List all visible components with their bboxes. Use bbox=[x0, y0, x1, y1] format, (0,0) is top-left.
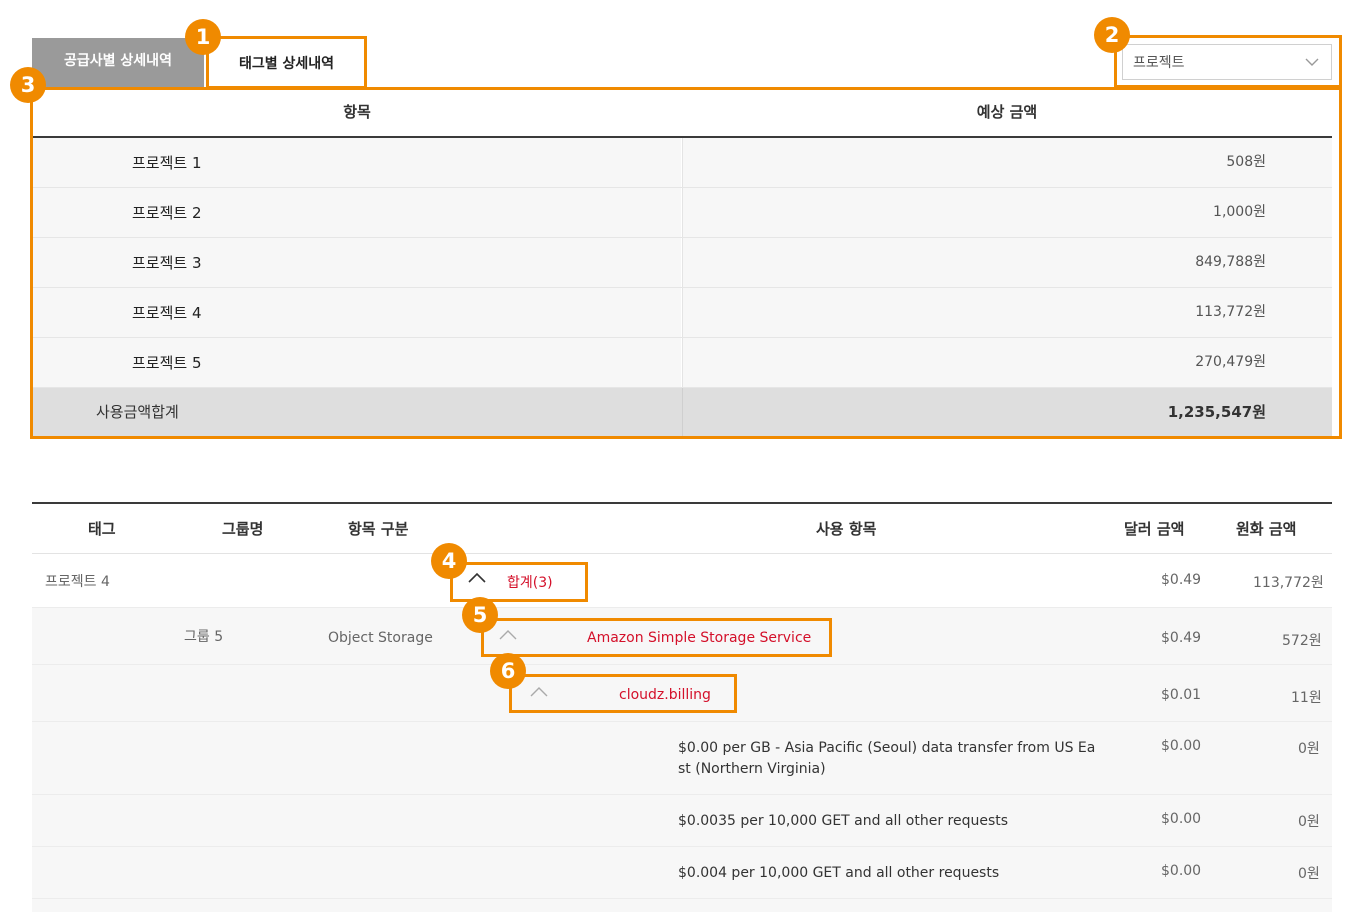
annotation-badge-2: 2 bbox=[1094, 17, 1130, 53]
chevron-up-icon[interactable] bbox=[530, 686, 548, 702]
summary-table-header: 항목 예상 금액 bbox=[32, 90, 1332, 138]
row-krw: 0원 bbox=[1298, 741, 1320, 757]
item-description: $0.0035 per 10,000 GET and all other req… bbox=[678, 813, 1009, 829]
detail-header-group: 그룹명 bbox=[222, 520, 264, 538]
detail-header-tag: 태그 bbox=[88, 520, 116, 538]
detail-header-krw: 원화 금액 bbox=[1236, 520, 1297, 538]
table-row-item: $0.004 per 10,000 GET and all other requ… bbox=[32, 847, 1332, 899]
summary-row: 프로젝트 3 849,788원 bbox=[32, 238, 1332, 288]
summary-row: 프로젝트 1 508원 bbox=[32, 138, 1332, 188]
summary-row-name: 프로젝트 5 bbox=[32, 338, 682, 387]
row-usd: $0.01 bbox=[1161, 687, 1202, 703]
summary-row: 프로젝트 5 270,479원 bbox=[32, 338, 1332, 388]
row-usd: $0.49 bbox=[1161, 630, 1202, 646]
table-row-item bbox=[32, 899, 1332, 912]
row-tag-name: 프로젝트 4 bbox=[45, 574, 110, 590]
item-description-cont: st (Northern Virginia) bbox=[678, 761, 826, 777]
filter-selected-value: 프로젝트 bbox=[1133, 55, 1185, 71]
detail-header-usd: 달러 금액 bbox=[1124, 520, 1185, 538]
tag-total-link[interactable]: 합계(3) bbox=[507, 572, 553, 592]
annotation-badge-3: 3 bbox=[10, 67, 46, 103]
summary-total-row: 사용금액합계 1,235,547원 bbox=[32, 388, 1332, 436]
row-usd: $0.00 bbox=[1161, 738, 1202, 754]
tab-tag-detail[interactable]: 태그별 상세내역 bbox=[206, 36, 367, 88]
chevron-down-icon bbox=[1305, 55, 1319, 73]
summary-row-amount: 508원 bbox=[682, 138, 1332, 187]
table-row-billing: cloudz.billing $0.01 11원 bbox=[32, 665, 1332, 722]
tab-tag-label: 태그별 상세내역 bbox=[238, 56, 335, 72]
row-krw: 11원 bbox=[1291, 690, 1322, 706]
summary-row-name: 프로젝트 1 bbox=[32, 138, 682, 187]
row-usd: $0.00 bbox=[1161, 811, 1202, 827]
service-link[interactable]: Amazon Simple Storage Service bbox=[587, 630, 811, 646]
annotation-badge-1: 1 bbox=[185, 19, 221, 55]
detail-header-category: 항목 구분 bbox=[348, 520, 409, 538]
table-row-item: $0.00 per GB - Asia Pacific (Seoul) data… bbox=[32, 722, 1332, 795]
summary-total-amount: 1,235,547원 bbox=[682, 388, 1332, 436]
summary-row-amount: 849,788원 bbox=[682, 238, 1332, 287]
tab-supplier-detail[interactable]: 공급사별 상세내역 bbox=[32, 38, 204, 88]
summary-row-amount: 113,772원 bbox=[682, 288, 1332, 337]
table-row-item: $0.0035 per 10,000 GET and all other req… bbox=[32, 795, 1332, 847]
summary-row-name: 프로젝트 2 bbox=[32, 188, 682, 237]
tab-supplier-label: 공급사별 상세내역 bbox=[64, 53, 172, 69]
summary-total-label: 사용금액합계 bbox=[96, 403, 179, 421]
summary-row-name: 프로젝트 3 bbox=[32, 238, 682, 287]
annotation-badge-5: 5 bbox=[462, 597, 498, 633]
annotation-badge-6: 6 bbox=[490, 653, 526, 689]
summary-row: 프로젝트 2 1,000원 bbox=[32, 188, 1332, 238]
row-usd: $0.00 bbox=[1161, 863, 1202, 879]
row-krw: 572원 bbox=[1282, 633, 1322, 649]
row-usd: $0.49 bbox=[1161, 572, 1202, 588]
item-description: $0.004 per 10,000 GET and all other requ… bbox=[678, 865, 1000, 881]
row-category: Object Storage bbox=[328, 630, 433, 646]
project-filter-select[interactable]: 프로젝트 bbox=[1122, 44, 1332, 80]
summary-header-item: 항목 bbox=[343, 103, 371, 121]
row-group-name: 그룹 5 bbox=[184, 629, 224, 645]
chevron-up-icon[interactable] bbox=[468, 572, 486, 588]
detail-table-header: 태그 그룹명 항목 구분 사용 항목 달러 금액 원화 금액 bbox=[32, 502, 1332, 554]
summary-row-amount: 1,000원 bbox=[682, 188, 1332, 237]
row-krw: 113,772원 bbox=[1253, 575, 1324, 591]
summary-row-name: 프로젝트 4 bbox=[32, 288, 682, 337]
summary-header-amount: 예상 금액 bbox=[976, 103, 1038, 121]
item-description: $0.00 per GB - Asia Pacific (Seoul) data… bbox=[678, 740, 1096, 756]
annotation-badge-4: 4 bbox=[431, 543, 467, 579]
summary-row-amount: 270,479원 bbox=[682, 338, 1332, 387]
row-krw: 0원 bbox=[1298, 814, 1320, 830]
row-krw: 0원 bbox=[1298, 866, 1320, 882]
table-row-service: 그룹 5 Object Storage Amazon Simple Storag… bbox=[32, 608, 1332, 665]
chevron-up-icon[interactable] bbox=[499, 629, 517, 645]
billing-link[interactable]: cloudz.billing bbox=[619, 687, 711, 703]
detail-header-usage: 사용 항목 bbox=[816, 520, 877, 538]
summary-row: 프로젝트 4 113,772원 bbox=[32, 288, 1332, 338]
table-row-tag-total: 프로젝트 4 합계(3) $0.49 113,772원 bbox=[32, 554, 1332, 608]
